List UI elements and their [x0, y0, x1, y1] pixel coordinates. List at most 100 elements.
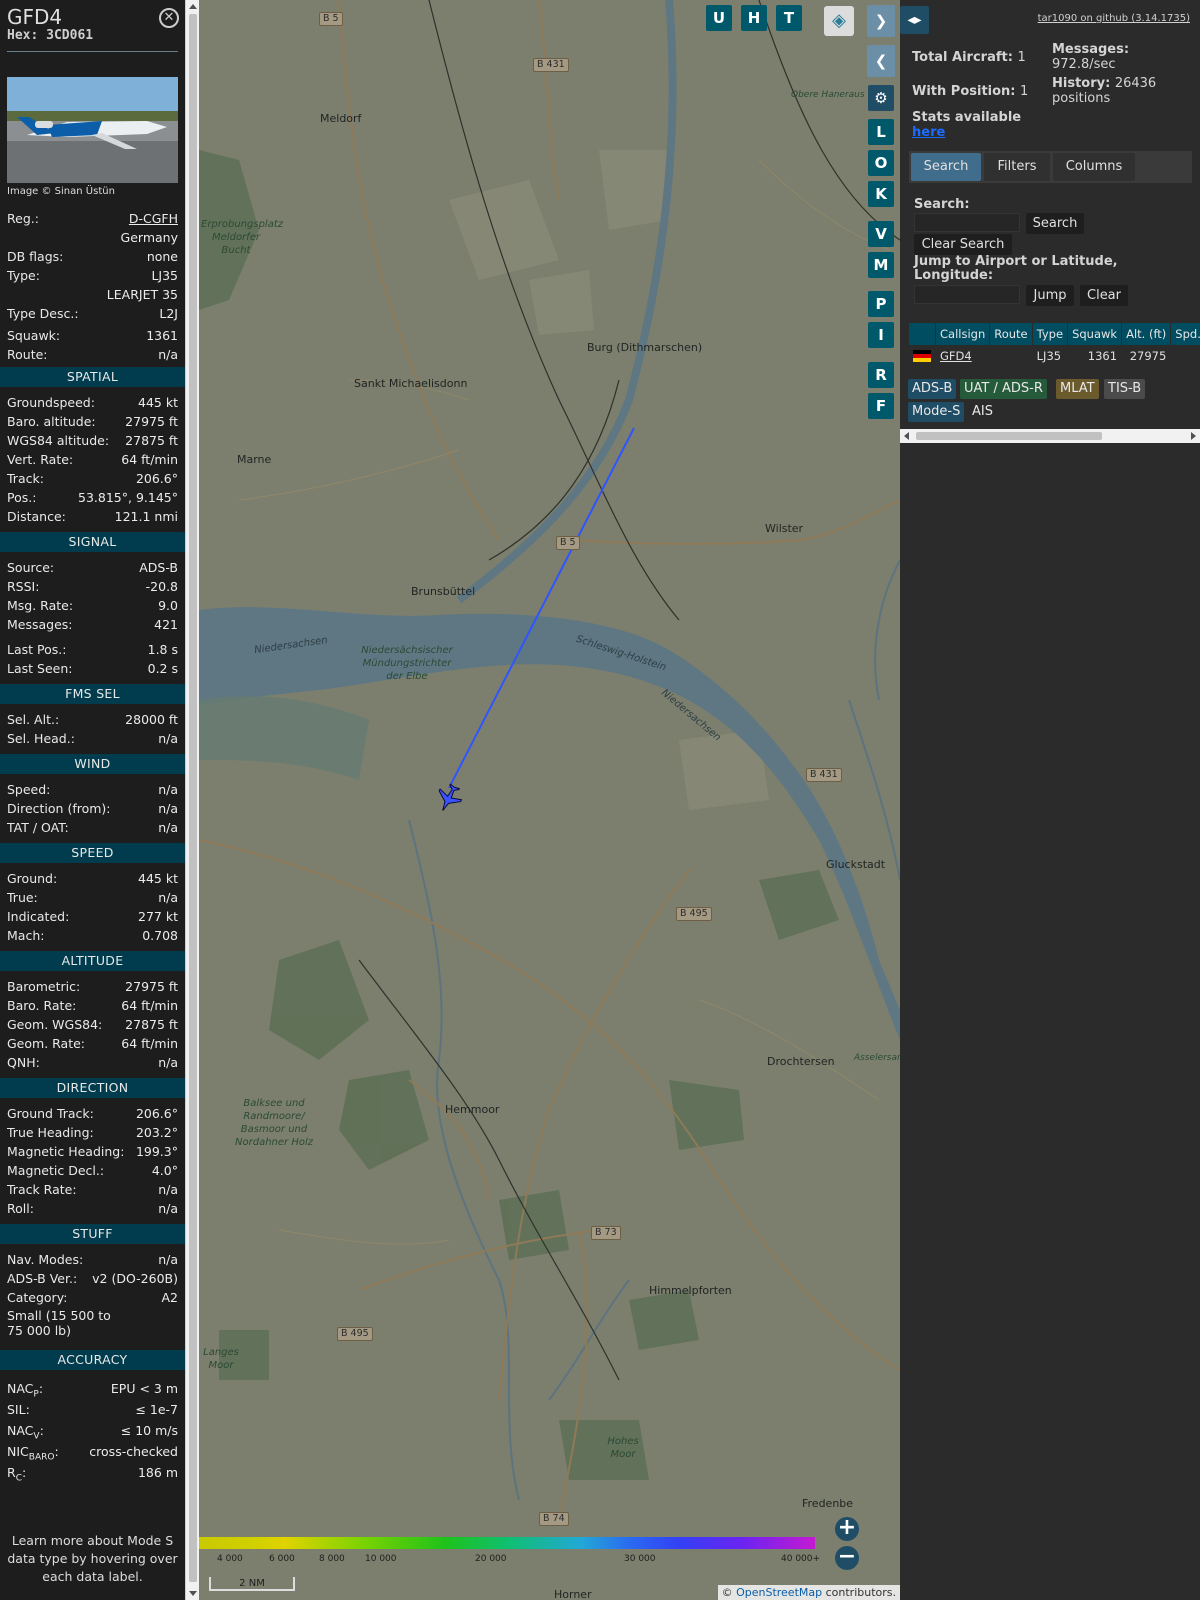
col-speed[interactable]: Spd. [1170, 322, 1200, 346]
map-toggle-r-button[interactable]: R [868, 362, 894, 388]
info-label[interactable]: True Heading: [7, 1124, 94, 1142]
info-label[interactable]: ADS-B Ver.: [7, 1270, 77, 1288]
info-label[interactable]: Pos.: [7, 489, 36, 507]
col-squawk[interactable]: Squawk [1067, 322, 1123, 346]
map-toggle-o-button[interactable]: O [868, 150, 894, 176]
jump-input[interactable] [914, 285, 1020, 304]
clear-button[interactable]: Clear [1080, 285, 1128, 306]
toggle-h-button[interactable]: H [741, 5, 767, 31]
col-type[interactable]: Type [1031, 322, 1069, 346]
info-label[interactable]: Geom. Rate: [7, 1035, 85, 1053]
source-chip-ais[interactable]: AIS [968, 402, 997, 422]
info-label[interactable]: WGS84 altitude: [7, 432, 109, 450]
info-label[interactable]: Type: [7, 267, 40, 285]
search-input[interactable] [914, 213, 1020, 232]
info-label[interactable]: Ground: [7, 870, 57, 888]
info-label[interactable]: Groundspeed: [7, 394, 95, 412]
source-chip-tisb[interactable]: TIS-B [1104, 379, 1146, 399]
info-label[interactable]: Ground Track: [7, 1105, 94, 1123]
map-toggle-l-button[interactable]: L [868, 119, 894, 145]
source-chip-adsb[interactable]: ADS-B [908, 379, 957, 399]
source-chip-mlat[interactable]: MLAT [1056, 379, 1099, 399]
info-label[interactable]: Last Seen: [7, 660, 72, 678]
expand-right-button[interactable]: ❯ [867, 5, 895, 37]
scrollbar-thumb[interactable] [189, 14, 197, 1582]
info-label[interactable]: Roll: [7, 1200, 34, 1218]
info-label[interactable]: NACV: [7, 1422, 44, 1446]
map-toggle-p-button[interactable]: P [868, 291, 894, 317]
info-label[interactable]: Source: [7, 559, 54, 577]
toggle-sidebar-button[interactable]: ◂▸ [900, 6, 929, 34]
zoom-out-button[interactable]: − [835, 1546, 859, 1570]
info-label[interactable]: Type Desc.: [7, 305, 79, 323]
settings-button[interactable]: ⚙ [868, 85, 894, 111]
info-label[interactable]: DB flags: [7, 248, 63, 266]
info-label[interactable]: Squawk: [7, 327, 60, 345]
info-label[interactable]: Baro. Rate: [7, 997, 76, 1015]
infoblock-scrollbar[interactable] [185, 0, 199, 1600]
jump-button[interactable]: Jump [1026, 285, 1074, 306]
table-row[interactable]: GFD4 LJ35 1361 27975 [908, 345, 1200, 366]
info-label[interactable]: True: [7, 889, 38, 907]
search-button[interactable]: Search [1026, 213, 1084, 234]
source-chip-uat[interactable]: UAT / ADS-R [960, 379, 1047, 399]
map-toggle-m-button[interactable]: M [868, 252, 894, 278]
info-label[interactable]: Nav. Modes: [7, 1251, 83, 1269]
info-label[interactable]: NICBARO: [7, 1443, 59, 1467]
info-label[interactable]: Magnetic Decl.: [7, 1162, 104, 1180]
collapse-left-button[interactable]: ❮ [867, 45, 895, 77]
aircraft-photo[interactable] [7, 77, 178, 183]
info-label[interactable]: Barometric: [7, 978, 80, 996]
source-chip-modes[interactable]: Mode-S [908, 402, 965, 422]
toggle-t-button[interactable]: T [776, 5, 802, 31]
info-label[interactable]: SIL: [7, 1401, 30, 1419]
tab-columns[interactable]: Columns [1053, 153, 1135, 181]
info-label[interactable]: Geom. WGS84: [7, 1016, 102, 1034]
toggle-u-button[interactable]: U [706, 5, 732, 31]
info-label[interactable]: Track Rate: [7, 1181, 77, 1199]
info-label[interactable]: Vert. Rate: [7, 451, 73, 469]
scroll-up-arrow-icon[interactable] [189, 4, 197, 9]
tab-filters[interactable]: Filters [984, 153, 1050, 181]
scroll-left-arrow-icon[interactable] [904, 432, 909, 440]
info-label[interactable]: Messages: [7, 616, 73, 634]
col-flag[interactable] [908, 322, 936, 346]
stats-here-link[interactable]: here [912, 125, 945, 140]
info-label[interactable]: Baro. altitude: [7, 413, 96, 431]
attribution-link[interactable]: OpenStreetMap [736, 1586, 822, 1599]
info-label[interactable]: Distance: [7, 508, 66, 526]
map-toggle-i-button[interactable]: I [868, 322, 894, 348]
info-label[interactable]: Reg.: [7, 210, 39, 228]
info-label[interactable]: Category: [7, 1289, 67, 1307]
info-label[interactable]: Msg. Rate: [7, 597, 73, 615]
info-label[interactable]: Mach: [7, 927, 44, 945]
info-label[interactable]: QNH: [7, 1054, 40, 1072]
info-label[interactable]: RSSI: [7, 578, 39, 596]
zoom-in-button[interactable]: + [835, 1517, 859, 1541]
map-toggle-v-button[interactable]: V [868, 221, 894, 247]
close-icon[interactable]: ✕ [159, 8, 179, 28]
info-label[interactable]: Sel. Alt.: [7, 711, 59, 729]
map-view[interactable]: Meldorf Burg (Dithmarschen) Sankt Michaeli… [199, 0, 900, 1600]
tab-search[interactable]: Search [911, 153, 981, 181]
table-horizontal-scrollbar[interactable] [900, 429, 1200, 443]
info-label[interactable]: Sel. Head.: [7, 730, 75, 748]
info-label[interactable]: Direction (from): [7, 800, 111, 818]
scroll-down-arrow-icon[interactable] [189, 1591, 197, 1596]
registration-link[interactable]: D-CGFH [129, 210, 178, 228]
info-label[interactable]: Last Pos.: [7, 641, 66, 659]
map-toggle-k-button[interactable]: K [868, 181, 894, 207]
callsign-link[interactable]: GFD4 [940, 349, 972, 363]
info-label[interactable]: Track: [7, 470, 44, 488]
layers-icon[interactable]: ◈ [824, 6, 854, 36]
info-label[interactable]: Route: [7, 346, 48, 364]
col-route[interactable]: Route [989, 322, 1033, 346]
info-label[interactable]: TAT / OAT: [7, 819, 69, 837]
info-label[interactable]: RC: [7, 1464, 26, 1488]
cell-callsign[interactable]: GFD4 [934, 345, 991, 366]
github-link[interactable]: tar1090 on github (3.14.1735) [1038, 13, 1190, 24]
info-label[interactable]: NACP: [7, 1380, 43, 1404]
map-toggle-f-button[interactable]: F [868, 393, 894, 419]
col-altitude[interactable]: Alt. (ft) [1121, 322, 1172, 346]
info-label[interactable]: Magnetic Heading: [7, 1143, 124, 1161]
